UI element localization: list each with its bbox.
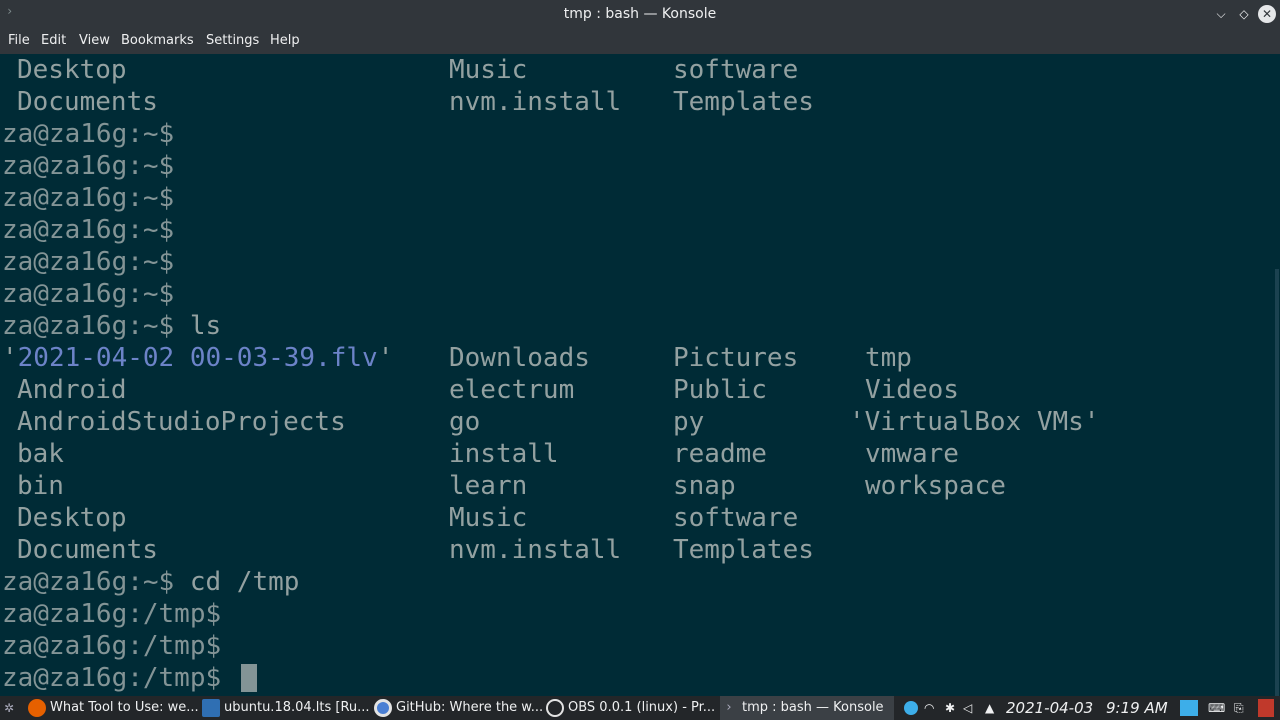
volume-icon[interactable]: ◁ bbox=[963, 696, 972, 720]
terminal-scrollbar[interactable] bbox=[1272, 54, 1280, 696]
bluetooth-icon[interactable]: ✱ bbox=[945, 696, 955, 720]
wifi-icon[interactable]: ◠ bbox=[924, 696, 934, 720]
ls-entry: Public bbox=[673, 375, 767, 405]
task-label: OBS 0.0.1 (linux) - Pr... bbox=[568, 700, 716, 715]
task-obs[interactable]: OBS 0.0.1 (linux) - Pr... bbox=[546, 696, 716, 720]
menu-settings[interactable]: Settings bbox=[206, 33, 259, 48]
konsole-icon: › bbox=[726, 699, 732, 715]
ls-entry: vmware bbox=[865, 439, 959, 469]
ls-entry: Android bbox=[17, 375, 127, 405]
shell-prompt: za@za16g:~$ bbox=[2, 279, 175, 309]
minimize-icon[interactable]: ⌵ bbox=[1212, 5, 1230, 23]
ls-entry: 'VirtualBox VMs' bbox=[849, 407, 1100, 437]
ls-entry: nvm.install bbox=[449, 535, 622, 565]
menu-help[interactable]: Help bbox=[270, 33, 300, 48]
task-virtualbox[interactable]: ubuntu.18.04.lts [Ru... bbox=[202, 696, 370, 720]
task-konsole[interactable]: › tmp : bash — Konsole bbox=[720, 696, 894, 720]
task-chrome[interactable]: GitHub: Where the w... bbox=[374, 696, 544, 720]
ls-entry: workspace bbox=[865, 471, 1006, 501]
maximize-icon[interactable]: ◇ bbox=[1235, 5, 1253, 23]
task-label: What Tool to Use: we... bbox=[50, 700, 198, 715]
expand-tray-icon[interactable]: ▲ bbox=[985, 696, 994, 720]
ls-entry: go bbox=[449, 407, 481, 437]
ls-entry: learn bbox=[449, 471, 528, 501]
ls-entry: Music bbox=[449, 55, 528, 85]
ls-entry: bin bbox=[17, 471, 64, 501]
command-text: cd /tmp bbox=[174, 567, 300, 597]
ls-entry: nvm.install bbox=[449, 87, 622, 117]
ls-entry: py bbox=[673, 407, 705, 437]
scrollbar-thumb[interactable] bbox=[1275, 269, 1279, 696]
menu-bookmarks[interactable]: Bookmarks bbox=[121, 33, 194, 48]
ls-entry: bak bbox=[17, 439, 64, 469]
chrome-icon bbox=[374, 698, 392, 717]
ls-entry: install bbox=[449, 439, 559, 469]
command-line: za@za16g:~$ ls bbox=[2, 310, 221, 342]
task-firefox[interactable]: What Tool to Use: we... bbox=[28, 696, 198, 720]
menu-view[interactable]: View bbox=[79, 33, 110, 48]
menu-bar: File Edit View Bookmarks Settings Help bbox=[0, 28, 1280, 54]
ls-entry: software bbox=[673, 503, 799, 533]
shell-prompt: za@za16g:~$ bbox=[2, 311, 175, 341]
show-desktop-icon[interactable] bbox=[1180, 700, 1198, 716]
ls-entry: software bbox=[673, 55, 799, 85]
clipboard-icon[interactable]: ⎘ bbox=[1234, 696, 1244, 720]
terminal-output[interactable]: Desktop Music software Documents nvm.ins… bbox=[0, 54, 1280, 696]
shell-prompt: za@za16g:/tmp$ bbox=[2, 663, 222, 693]
virtualbox-icon bbox=[202, 698, 220, 717]
ls-entry: Documents bbox=[17, 87, 158, 117]
ls-entry: Desktop bbox=[17, 55, 127, 85]
shell-prompt: za@za16g:/tmp$ bbox=[2, 599, 222, 629]
shell-prompt: za@za16g:/tmp$ bbox=[2, 631, 222, 661]
ls-entry: Videos bbox=[865, 375, 959, 405]
window-titlebar[interactable]: › tmp : bash — Konsole ⌵ ◇ ✕ bbox=[0, 0, 1280, 28]
shell-prompt: za@za16g:~$ bbox=[2, 183, 175, 213]
shell-prompt: za@za16g:~$ bbox=[2, 151, 175, 181]
ls-entry: Templates bbox=[673, 87, 814, 117]
clock-time[interactable]: 9:19 AM bbox=[1106, 696, 1168, 720]
shell-prompt: za@za16g:~$ bbox=[2, 247, 175, 277]
obs-icon bbox=[546, 698, 564, 717]
ls-entry: readme bbox=[673, 439, 767, 469]
battery-icon[interactable] bbox=[1258, 699, 1274, 717]
task-label: tmp : bash — Konsole bbox=[742, 700, 884, 715]
shell-prompt: za@za16g:~$ bbox=[2, 567, 175, 597]
status-indicator-icon[interactable] bbox=[904, 701, 918, 715]
command-text: ls bbox=[174, 311, 222, 341]
task-label: GitHub: Where the w... bbox=[396, 700, 544, 715]
ls-entry: Music bbox=[449, 503, 528, 533]
ls-entry: electrum bbox=[449, 375, 575, 405]
firefox-icon bbox=[28, 698, 46, 717]
ls-entry-flv: '2021-04-02 00-03-39.flv' bbox=[2, 343, 394, 373]
ls-entry: Desktop bbox=[17, 503, 127, 533]
ls-entry: Pictures bbox=[673, 343, 799, 373]
ls-entry: Downloads bbox=[449, 343, 590, 373]
ls-entry: AndroidStudioProjects bbox=[17, 407, 346, 437]
close-icon[interactable]: ✕ bbox=[1258, 5, 1276, 23]
command-line: za@za16g:~$ cd /tmp bbox=[2, 566, 299, 598]
menu-file[interactable]: File bbox=[8, 33, 30, 48]
ls-entry: Documents bbox=[17, 535, 158, 565]
window-title: tmp : bash — Konsole bbox=[563, 6, 717, 22]
clock-date[interactable]: 2021-04-03 bbox=[1006, 696, 1093, 720]
keyboard-icon[interactable]: ⌨ bbox=[1208, 696, 1225, 720]
app-launcher-icon[interactable]: ✲ bbox=[4, 696, 14, 720]
ls-entry: tmp bbox=[865, 343, 912, 373]
taskbar: ✲ What Tool to Use: we... ubuntu.18.04.l… bbox=[0, 696, 1280, 720]
menu-edit[interactable]: Edit bbox=[41, 33, 66, 48]
ls-entry: Templates bbox=[673, 535, 814, 565]
shell-prompt: za@za16g:~$ bbox=[2, 215, 175, 245]
text-cursor bbox=[241, 664, 257, 692]
shell-prompt: za@za16g:~$ bbox=[2, 119, 175, 149]
ls-entry: snap bbox=[673, 471, 736, 501]
task-label: ubuntu.18.04.lts [Ru... bbox=[224, 700, 370, 715]
